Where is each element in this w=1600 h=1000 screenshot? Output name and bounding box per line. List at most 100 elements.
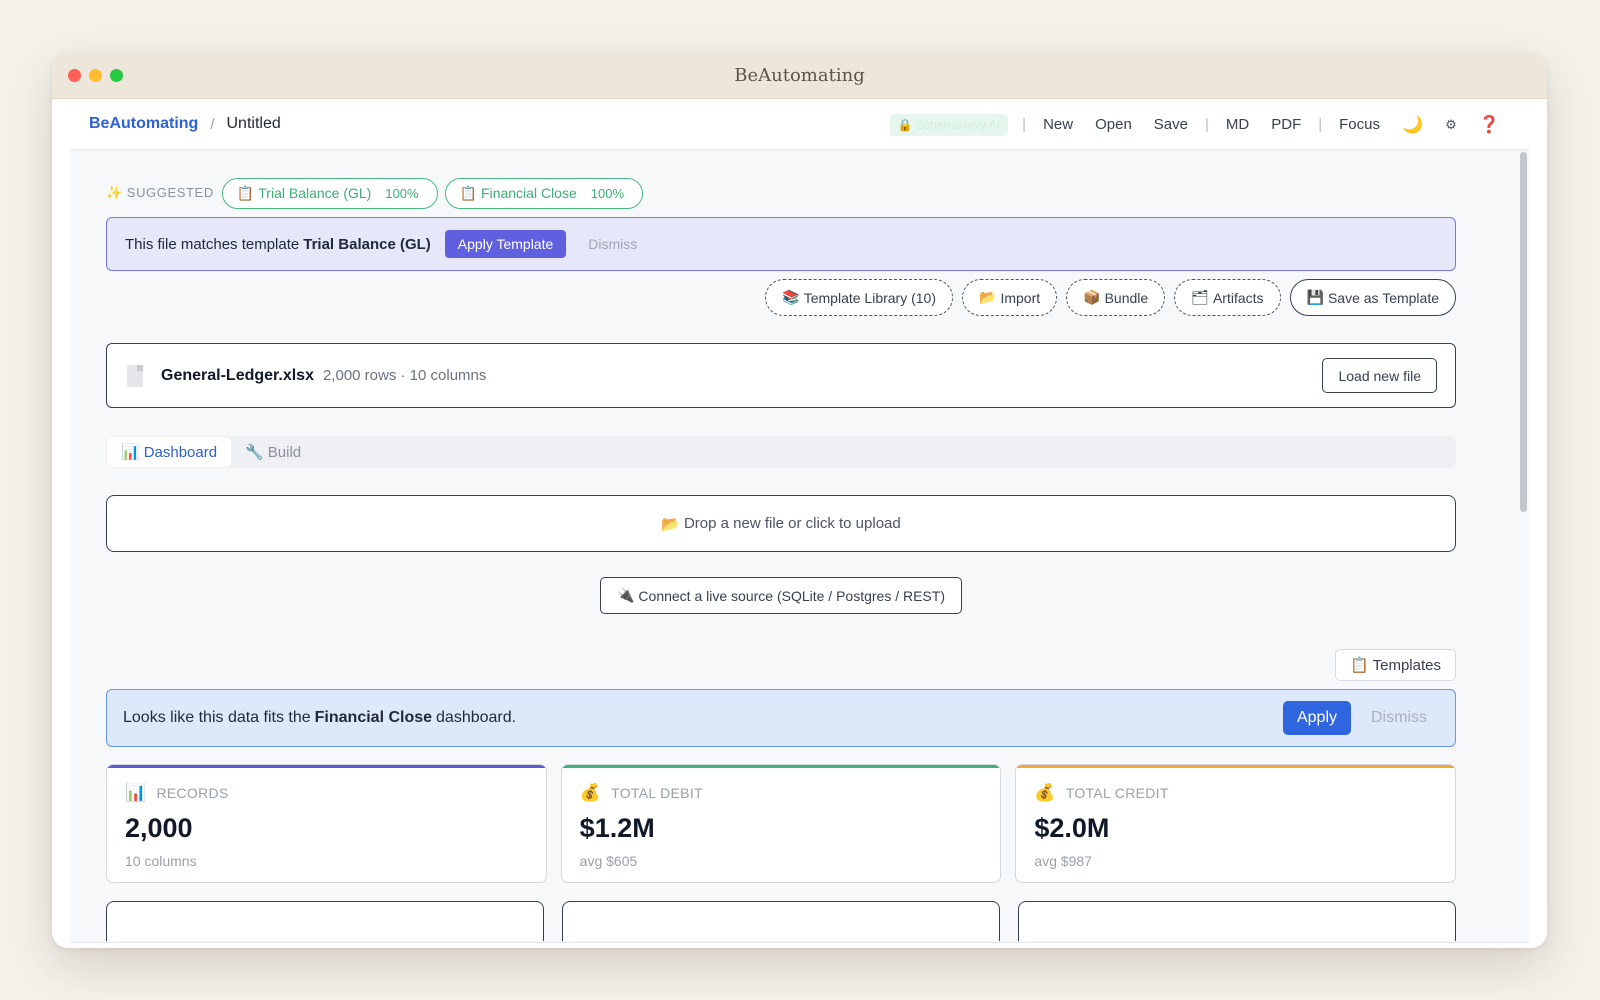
file-drop-zone[interactable]: 📂 Drop a new file or click to upload [106, 495, 1456, 552]
save-as-template-button[interactable]: 💾 Save as Template [1289, 279, 1456, 316]
tab-dashboard[interactable]: 📊 Dashboard [107, 437, 232, 467]
window-titlebar: BeAutomating [52, 52, 1547, 99]
money-bag-icon: 💰 [1034, 783, 1056, 802]
suggested-chip-financial-close[interactable]: 📋 Financial Close 100% [444, 177, 643, 209]
app-window: BeAutomating BeAutomating / Untitled 🔒 S… [52, 52, 1547, 948]
app-header: BeAutomating / Untitled 🔒 Schema-only AI… [70, 99, 1529, 150]
dashboard-fit-banner: Looks like this data fits the Financial … [106, 689, 1456, 747]
template-actions-row: 📚 Template Library (10) 📂 Import 📦 Bundl… [106, 279, 1456, 317]
open-button[interactable]: Open [1084, 116, 1143, 133]
template-match-banner: This file matches template Trial Balance… [106, 217, 1456, 271]
fit-banner-actions: Apply Dismiss [1282, 701, 1427, 735]
bar-chart-icon: 📊 [125, 783, 147, 802]
folder-icon: 📂 [979, 289, 997, 305]
clipboard-icon: 📋 [1349, 657, 1369, 674]
template-library-button[interactable]: 📚 Template Library (10) [765, 279, 954, 316]
drop-zone-label: Drop a new file or click to upload [683, 515, 901, 532]
import-button[interactable]: 📂 Import [962, 279, 1058, 316]
match-template-name: Trial Balance (GL) [303, 235, 431, 253]
bundle-button[interactable]: 📦 Bundle [1066, 279, 1166, 316]
suggested-templates-row: ✨ SUGGESTED 📋 Trial Balance (GL) 100% 📋 F… [106, 177, 1456, 209]
kpi-cards: 📊 RECORDS 2,000 10 columns 💰 TOTAL DEBIT… [106, 764, 1457, 884]
kpi-card [1018, 901, 1456, 941]
folder-icon: 📂 [661, 515, 680, 533]
kpi-value: 2,000 [125, 813, 193, 843]
match-banner-text: This file matches template [125, 235, 300, 253]
clipboard-icon: 📋 [459, 184, 478, 201]
kpi-label: RECORDS [156, 785, 229, 801]
dismiss-dashboard-button[interactable]: Dismiss [1371, 709, 1427, 727]
kpi-accent-bar [1016, 765, 1456, 768]
kpi-value: $1.2M [579, 813, 655, 843]
dismiss-template-button[interactable]: Dismiss [588, 236, 637, 252]
help-icon[interactable]: ❓ [1468, 115, 1511, 135]
card-index-icon: 🗂 [1191, 289, 1209, 305]
kpi-label: TOTAL CREDIT [1065, 785, 1169, 801]
vertical-scrollbar[interactable] [1520, 152, 1527, 512]
document-title: Untitled [226, 115, 281, 132]
nav-divider: | [1205, 116, 1209, 133]
kpi-card [106, 901, 544, 941]
apply-template-button[interactable]: Apply Template [444, 230, 567, 258]
fit-banner-prefix: Looks like this data fits the [123, 709, 311, 726]
file-meta: 2,000 rows · 10 columns [322, 367, 487, 384]
bar-chart-icon: 📊 [121, 444, 140, 461]
chip-match-percent: 100% [385, 185, 419, 201]
header-actions: 🔒 Schema-only AI | New Open Save | MD PD… [889, 99, 1511, 150]
money-bag-icon: 💰 [579, 783, 602, 802]
suggested-chip-trial-balance[interactable]: 📋 Trial Balance (GL) 100% [221, 177, 438, 209]
nav-divider: | [1318, 116, 1323, 133]
window-title: BeAutomating [734, 65, 865, 86]
tab-build[interactable]: 🔧 Build [231, 437, 315, 467]
books-icon: 📚 [782, 289, 800, 305]
connect-source-row: 🔌 Connect a live source (SQLite / Postgr… [106, 577, 1456, 614]
moon-icon[interactable]: 🌙 [1391, 115, 1434, 135]
document-icon [127, 364, 143, 387]
view-tabs: 📊 Dashboard 🔧 Build [106, 436, 1456, 468]
brand-link[interactable]: BeAutomating [89, 115, 198, 133]
nav-divider: | [1022, 116, 1027, 133]
templates-row: 📋 Templates [106, 649, 1456, 682]
kpi-card-total-credit: 💰 TOTAL CREDIT $2.0M avg $987 [1015, 764, 1457, 883]
kpi-accent-bar [561, 765, 1001, 768]
sparkle-icon: ✨ [106, 185, 123, 200]
wrench-icon: 🔧 [245, 444, 264, 461]
file-name: General-Ledger.xlsx [161, 366, 314, 384]
apply-dashboard-button[interactable]: Apply [1282, 701, 1351, 735]
schema-only-ai-badge[interactable]: 🔒 Schema-only AI [889, 113, 1009, 136]
chip-match-percent: 100% [590, 185, 624, 201]
chip-label: Trial Balance (GL) [258, 185, 372, 201]
kpi-subtext: avg $605 [579, 853, 638, 869]
save-button[interactable]: Save [1143, 116, 1199, 133]
load-new-file-button[interactable]: Load new file [1322, 358, 1437, 393]
chip-label: Financial Close [481, 185, 577, 201]
export-pdf-button[interactable]: PDF [1260, 116, 1312, 133]
kpi-accent-bar [107, 765, 546, 768]
kpi-subtext: 10 columns [125, 853, 197, 869]
suggested-label: ✨ SUGGESTED [106, 185, 214, 200]
clipboard-icon: 📋 [236, 184, 255, 201]
content-footer-edge [70, 942, 1529, 948]
kpi-value: $2.0M [1034, 813, 1110, 843]
loaded-file-card: General-Ledger.xlsx 2,000 rows · 10 colu… [106, 343, 1456, 408]
breadcrumb-separator: / [210, 115, 215, 133]
kpi-cards-second-row [106, 901, 1456, 941]
kpi-card-records: 📊 RECORDS 2,000 10 columns [106, 764, 547, 883]
new-button[interactable]: New [1032, 116, 1084, 133]
fit-banner-suffix: dashboard. [436, 709, 517, 726]
export-md-button[interactable]: MD [1215, 116, 1260, 133]
main-content: ✨ SUGGESTED 📋 Trial Balance (GL) 100% 📋 F… [70, 150, 1529, 948]
plug-icon: 🔌 [616, 587, 635, 603]
artifacts-button[interactable]: 🗂 Artifacts [1174, 279, 1281, 316]
gear-icon[interactable]: ⚙ [1434, 117, 1468, 133]
floppy-disk-icon: 💾 [1306, 289, 1324, 305]
templates-button[interactable]: 📋 Templates [1334, 649, 1456, 681]
kpi-card-total-debit: 💰 TOTAL DEBIT $1.2M avg $605 [560, 764, 1002, 883]
fit-dashboard-name: Financial Close [314, 709, 433, 726]
focus-button[interactable]: Focus [1328, 116, 1391, 133]
kpi-subtext: avg $987 [1034, 853, 1092, 869]
kpi-card [562, 901, 1000, 941]
package-icon: 📦 [1083, 289, 1101, 305]
kpi-label: TOTAL DEBIT [611, 785, 703, 801]
connect-live-source-button[interactable]: 🔌 Connect a live source (SQLite / Postgr… [599, 577, 962, 614]
